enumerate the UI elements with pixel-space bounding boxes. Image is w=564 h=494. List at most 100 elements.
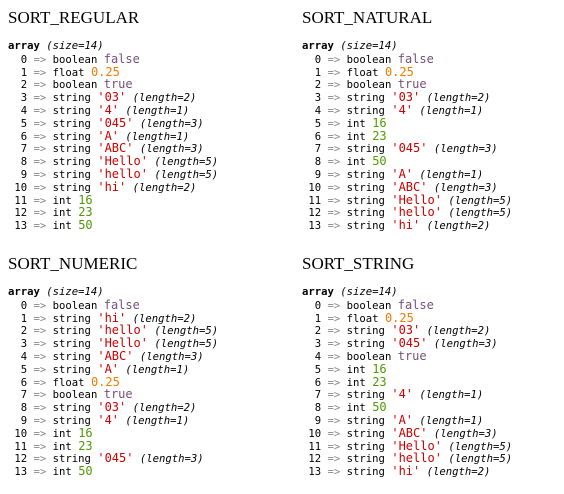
arrow-icon: => [33,414,47,427]
entry-length: (length=3) [139,453,204,466]
array-size: (size=14) [46,286,104,298]
arrow-icon: => [327,299,341,312]
array-entry: 7 => boolean true [8,388,278,401]
array-header: array (size=14) [8,286,278,299]
array-entry: 3 => string '045' (length=3) [302,337,564,350]
entry-length: (length=5) [448,453,513,466]
entry-key: 13 [308,466,322,479]
entry-type: float [52,376,85,389]
entry-key: 10 [14,181,28,194]
panel-sort-natural: SORT_NATURAL array (size=14) 0 => boolean… [302,8,564,232]
arrow-icon: => [327,117,341,130]
array-size: (size=14) [340,286,398,298]
entry-length: (length=2) [132,92,197,105]
entry-key: 13 [14,220,28,233]
entry-type: string [346,92,385,105]
entry-type: int [52,220,72,233]
entry-value: true [397,348,427,363]
entry-type: string [52,92,91,105]
entry-type: int [346,130,366,143]
arrow-icon: => [33,143,47,156]
entry-type: float [346,66,379,79]
array-entry: 2 => boolean true [302,78,564,91]
entry-value: 'hi' [97,179,127,194]
entry-length: (length=2) [426,220,491,233]
entry-type: boolean [346,79,392,92]
entry-value: '4' [391,102,414,117]
entry-type: int [52,466,72,479]
array-entry: 9 => string 'hello' (length=5) [8,168,278,181]
panel-title: SORT_NUMERIC [8,254,138,273]
entry-length: (length=2) [132,402,197,415]
entry-type: string [52,143,91,156]
entry-key: 4 [314,104,322,117]
entry-key: 5 [314,363,322,376]
entry-type: string [52,130,91,143]
arrow-icon: => [33,53,47,66]
entry-type: int [346,117,366,130]
entry-key: 9 [20,414,28,427]
panel-title: SORT_REGULAR [8,8,140,27]
entry-value: '4' [391,387,414,402]
entry-type: int [52,194,72,207]
arrow-icon: => [327,220,341,233]
entry-key: 13 [14,466,28,479]
array-entry: 6 => string 'A' (length=1) [8,129,278,143]
arrow-icon: => [33,168,47,181]
entry-key: 5 [20,117,28,130]
array-entry: 7 => string '4' (length=1) [302,388,564,401]
arrow-icon: => [33,440,47,453]
arrow-icon: => [327,92,341,105]
entry-key: 5 [314,117,322,130]
array-entry: 0 => boolean false [302,298,564,312]
panel-sort-string: SORT_STRING array (size=14) 0 => boolean … [302,254,564,478]
entry-length: (length=1) [419,389,484,402]
arrow-icon: => [33,104,47,117]
array-entry: 5 => int 16 [302,116,564,130]
arrow-icon: => [33,181,47,194]
arrow-icon: => [33,79,47,92]
entry-key: 13 [308,220,322,233]
entry-type: string [52,363,91,376]
entry-length: (length=5) [154,168,219,181]
arrow-icon: => [327,350,341,363]
arrow-icon: => [327,207,341,220]
arrow-icon: => [33,156,47,169]
entry-length: (length=1) [125,130,190,143]
array-entry: 0 => boolean false [302,52,564,66]
entry-length: (length=3) [433,338,498,351]
arrow-icon: => [327,389,341,402]
entry-value: 'hi' [391,218,421,233]
array-entry: 7 => string '045' (length=3) [302,142,564,155]
entry-key: 0 [314,53,322,66]
array-entry: 3 => string '03' (length=2) [302,91,564,104]
arrow-icon: => [327,453,341,466]
array-keyword: array [8,40,40,52]
entry-length: (length=3) [433,427,498,440]
entry-length: (length=1) [419,104,484,117]
entry-type: string [346,338,385,351]
arrow-icon: => [327,168,341,181]
arrow-icon: => [327,402,341,415]
arrow-icon: => [327,181,341,194]
entry-length: (length=2) [426,466,491,479]
entry-length: (length=5) [448,440,513,453]
array-entry: 4 => string '4' (length=1) [302,104,564,117]
arrow-icon: => [327,414,341,427]
entry-type: string [346,427,385,440]
array-entry: 6 => float 0.25 [8,375,278,389]
array-entry: 6 => int 23 [302,129,564,143]
entry-key: 9 [314,414,322,427]
arrow-icon: => [33,363,47,376]
array-entry: 12 => string 'hello' (length=5) [302,452,564,465]
entry-key: 4 [20,350,28,363]
arrow-icon: => [33,350,47,363]
array-entry: 11 => int 16 [8,193,278,207]
array-entry: 5 => string '045' (length=3) [8,116,278,130]
entry-type: string [346,466,385,479]
arrow-icon: => [327,143,341,156]
array-entry: 13 => string 'hi' (length=2) [302,465,564,478]
panel-title: SORT_NATURAL [302,8,433,27]
entry-type: string [52,338,91,351]
entry-type: string [52,312,91,325]
